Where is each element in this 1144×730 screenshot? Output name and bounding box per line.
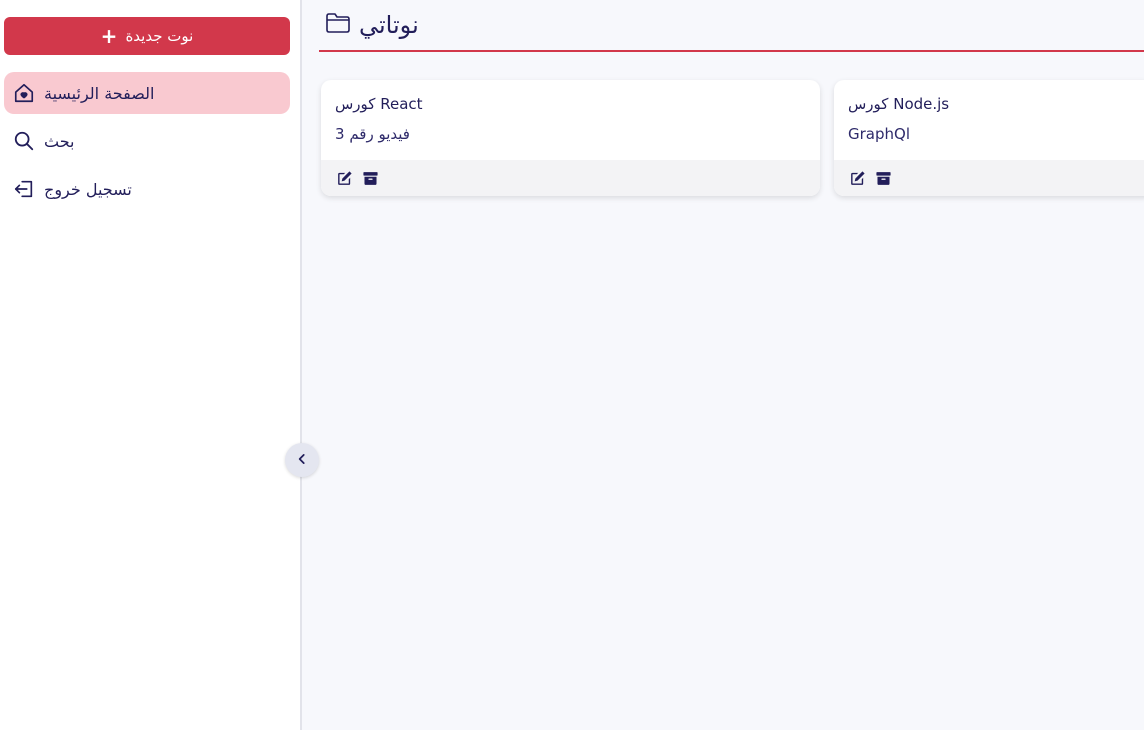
app-root: + نوت جديدة الصفحة الرئيسية بحث تسجيل خر… <box>0 0 1144 730</box>
page-title: نوتاتي <box>359 11 419 39</box>
page-header: نوتاتي <box>319 0 1144 52</box>
logout-icon <box>12 177 36 201</box>
edit-icon[interactable] <box>335 169 353 187</box>
home-heart-icon <box>12 81 36 105</box>
note-card[interactable]: كورس React فيديو رقم 3 <box>321 80 820 196</box>
sidebar-item-logout[interactable]: تسجيل خروج <box>4 168 290 210</box>
note-title: كورس Node.js <box>848 95 950 113</box>
archive-icon[interactable] <box>361 169 379 187</box>
plus-icon: + <box>100 24 118 48</box>
new-note-button[interactable]: + نوت جديدة <box>4 17 290 55</box>
sidebar-item-home[interactable]: الصفحة الرئيسية <box>4 72 290 114</box>
search-icon <box>12 129 36 153</box>
edit-icon[interactable] <box>848 169 866 187</box>
note-card[interactable]: كورس Node.js GraphQl <box>834 80 1144 196</box>
note-actions <box>834 160 1144 196</box>
note-actions <box>321 160 820 196</box>
note-title: كورس React <box>335 95 423 113</box>
new-note-label: نوت جديدة <box>125 27 194 45</box>
chevron-left-icon <box>295 452 309 469</box>
note-body: GraphQl <box>848 125 910 143</box>
sidebar-item-search[interactable]: بحث <box>4 120 290 162</box>
sidebar-item-label: بحث <box>44 131 75 151</box>
archive-icon[interactable] <box>874 169 892 187</box>
folder-icon <box>325 12 351 38</box>
sidebar-item-label: تسجيل خروج <box>44 179 132 199</box>
note-body: فيديو رقم 3 <box>335 125 410 143</box>
sidebar: + نوت جديدة الصفحة الرئيسية بحث تسجيل خر… <box>0 0 302 730</box>
sidebar-collapse-button[interactable] <box>285 443 319 477</box>
sidebar-item-label: الصفحة الرئيسية <box>44 83 155 103</box>
